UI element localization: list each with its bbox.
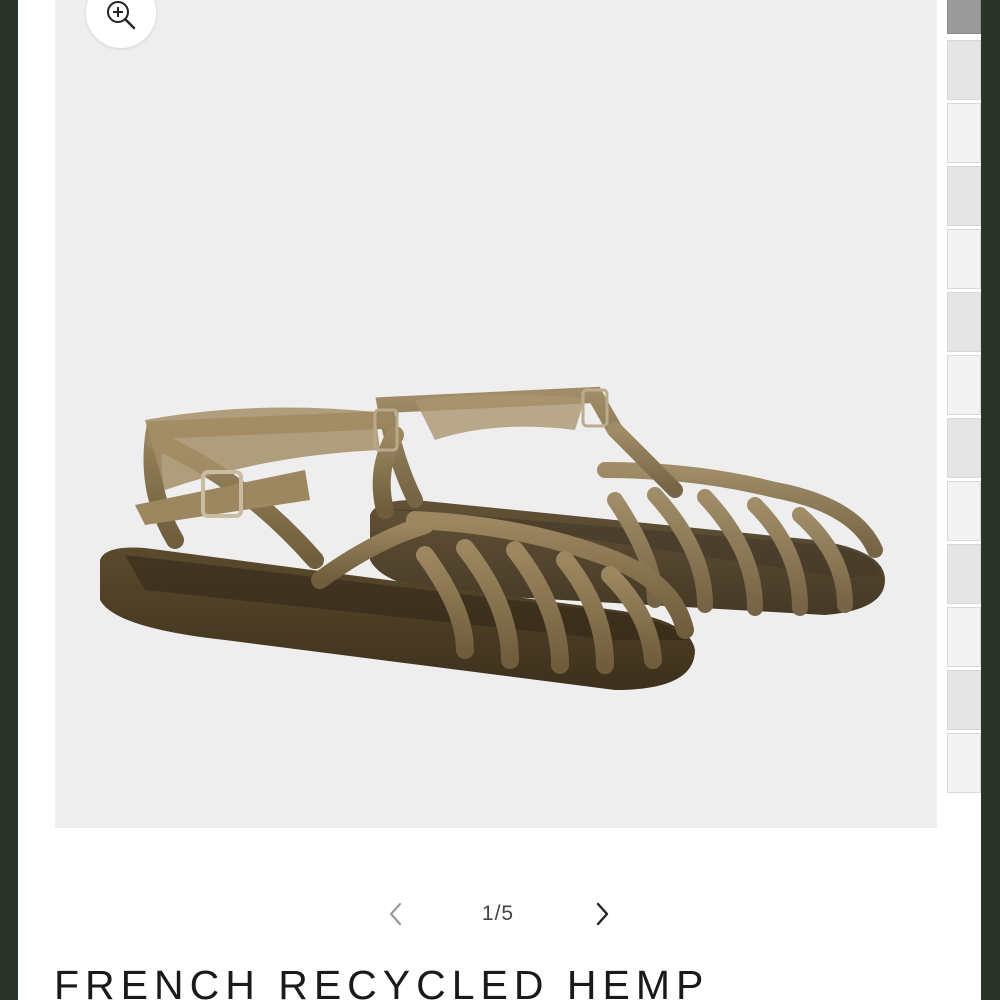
image-counter: 1/5 bbox=[481, 902, 515, 925]
thumbnail-10[interactable] bbox=[947, 544, 981, 604]
zoom-in-icon bbox=[107, 1, 136, 30]
thumbnail-2[interactable] bbox=[947, 40, 981, 100]
thumbnail-7[interactable] bbox=[947, 355, 981, 415]
thumbnail-1[interactable] bbox=[947, 0, 981, 34]
thumbnail-12[interactable] bbox=[947, 670, 981, 730]
image-pager: 1/5 bbox=[18, 890, 981, 938]
thumbnail-8[interactable] bbox=[947, 418, 981, 478]
product-main-image[interactable] bbox=[55, 0, 937, 828]
thumbnail-strip bbox=[945, 0, 981, 828]
thumbnail-13[interactable] bbox=[947, 733, 981, 793]
chevron-right-icon bbox=[596, 902, 609, 926]
thumbnail-5[interactable] bbox=[947, 229, 981, 289]
chevron-left-icon bbox=[389, 902, 402, 926]
thumbnail-9[interactable] bbox=[947, 481, 981, 541]
thumbnail-4[interactable] bbox=[947, 166, 981, 226]
next-image-button[interactable] bbox=[584, 896, 620, 932]
product-title: FRENCH RECYCLED HEMP bbox=[54, 962, 710, 1000]
product-page: 1/5 FRENCH RECYCLED HEMP bbox=[18, 0, 981, 1000]
sandals-image bbox=[100, 386, 885, 690]
thumbnail-11[interactable] bbox=[947, 607, 981, 667]
previous-image-button[interactable] bbox=[378, 896, 414, 932]
thumbnail-6[interactable] bbox=[947, 292, 981, 352]
thumbnail-3[interactable] bbox=[947, 103, 981, 163]
